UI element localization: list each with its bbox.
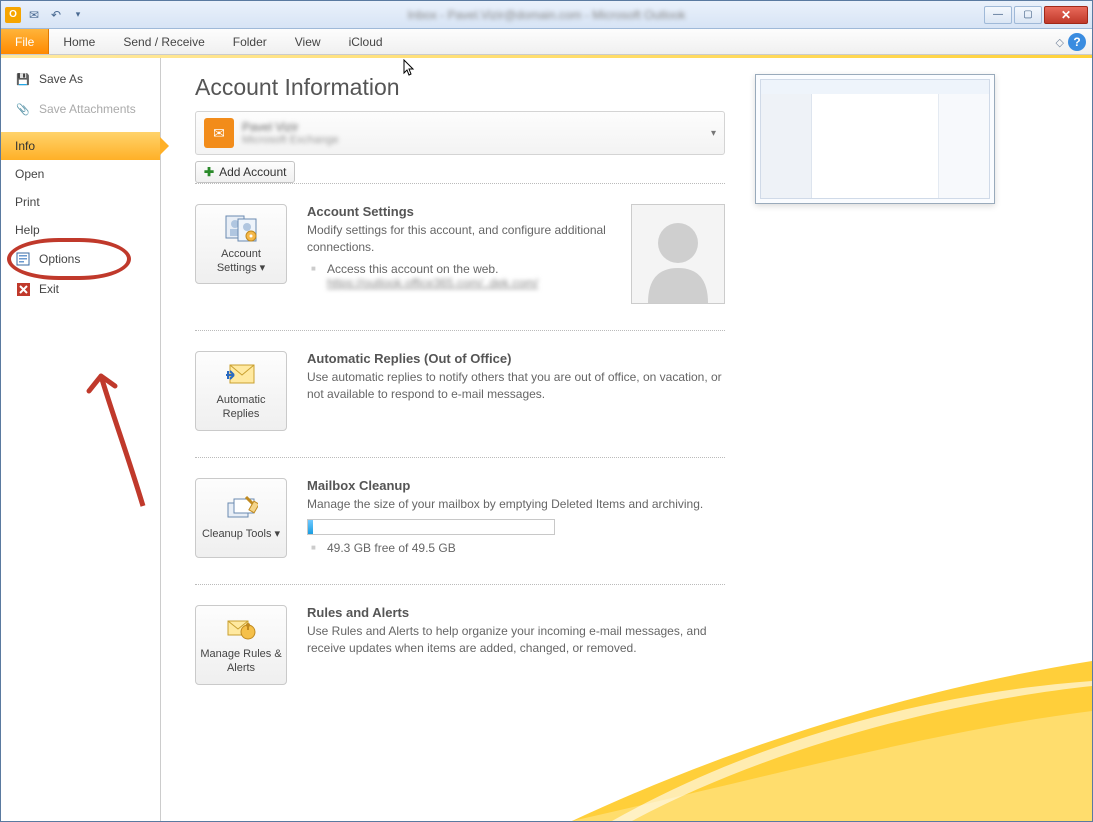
maximize-button[interactable]: ▢ — [1014, 6, 1042, 24]
sidebar-item-label: Info — [15, 139, 35, 153]
section-description: Use Rules and Alerts to help organize yo… — [307, 623, 725, 657]
tab-send-receive[interactable]: Send / Receive — [109, 29, 218, 54]
sidebar-exit[interactable]: Exit — [1, 274, 160, 304]
tab-folder[interactable]: Folder — [219, 29, 281, 54]
section-heading: Account Settings — [307, 204, 611, 219]
qat-send-receive-icon[interactable]: ✉ — [25, 6, 43, 24]
close-button[interactable]: ✕ — [1044, 6, 1088, 24]
backstage-sidebar: 💾 Save As 📎 Save Attachments Info Open P… — [1, 58, 161, 821]
tab-icloud[interactable]: iCloud — [335, 29, 397, 54]
tab-file[interactable]: File — [1, 29, 49, 54]
button-label: Manage Rules & Alerts — [200, 648, 282, 674]
sidebar-info[interactable]: Info — [1, 132, 160, 160]
add-account-label: Add Account — [219, 165, 286, 179]
save-as-icon: 💾 — [15, 71, 31, 87]
help-icon[interactable]: ? — [1068, 33, 1086, 51]
sidebar-item-label: Save Attachments — [39, 102, 136, 116]
section-description: Modify settings for this account, and co… — [307, 222, 611, 256]
page-title: Account Information — [195, 74, 725, 101]
title-bar: O ✉ ↶ ▾ Inbox - Pavel.Vizir@domain.com -… — [1, 1, 1092, 29]
account-selector[interactable]: ✉ Pavel Vizir Microsoft Exchange ▾ — [195, 111, 725, 155]
window-title: Inbox - Pavel.Vizir@domain.com - Microso… — [407, 8, 685, 22]
save-attachments-icon: 📎 — [15, 101, 31, 117]
button-label: Account Settings ▾ — [200, 248, 282, 274]
sidebar-item-label: Open — [15, 167, 44, 181]
tab-view[interactable]: View — [281, 29, 335, 54]
sidebar-item-label: Exit — [39, 282, 59, 296]
sidebar-item-label: Help — [15, 223, 40, 237]
sidebar-save-attachments: 📎 Save Attachments — [1, 94, 160, 124]
section-heading: Automatic Replies (Out of Office) — [307, 351, 725, 366]
qat-customize-icon[interactable]: ▾ — [69, 6, 87, 24]
backstage-main: Account Information ✉ Pavel Vizir Micros… — [161, 58, 1092, 821]
ribbon-minimize-icon[interactable]: ◇ — [1056, 36, 1064, 49]
chevron-down-icon: ▾ — [711, 128, 716, 139]
sidebar-item-label: Options — [39, 252, 80, 266]
button-label: Automatic Replies — [200, 394, 282, 420]
sidebar-print[interactable]: Print — [1, 188, 160, 216]
web-access-link[interactable]: https://outlook.office365.com/..dek.com/ — [327, 276, 538, 290]
sidebar-open[interactable]: Open — [1, 160, 160, 188]
sidebar-help[interactable]: Help — [1, 216, 160, 244]
section-description: Use automatic replies to notify others t… — [307, 369, 725, 403]
plus-icon: ✚ — [204, 165, 214, 179]
sidebar-item-label: Save As — [39, 72, 83, 86]
manage-rules-button[interactable]: Manage Rules & Alerts — [195, 605, 287, 685]
tab-home[interactable]: Home — [49, 29, 109, 54]
web-access-line: Access this account on the web. https://… — [307, 262, 611, 290]
sidebar-save-as[interactable]: 💾 Save As — [1, 64, 160, 94]
mailbox-free-text: 49.3 GB free of 49.5 GB — [307, 541, 725, 555]
options-icon — [15, 251, 31, 267]
account-avatar — [631, 204, 725, 304]
button-label: Cleanup Tools ▾ — [202, 528, 280, 541]
section-heading: Rules and Alerts — [307, 605, 725, 620]
mailbox-preview-thumbnail — [755, 74, 995, 204]
section-description: Manage the size of your mailbox by empty… — [307, 496, 725, 513]
sidebar-options[interactable]: Options — [1, 244, 160, 274]
automatic-replies-button[interactable]: Automatic Replies — [195, 351, 287, 431]
exchange-account-icon: ✉ — [204, 118, 234, 148]
mailbox-usage-bar — [307, 519, 555, 535]
ribbon-tabs: File Home Send / Receive Folder View iCl… — [1, 29, 1092, 55]
account-type: Microsoft Exchange — [242, 134, 703, 146]
account-name: Pavel Vizir — [242, 120, 703, 134]
account-settings-button[interactable]: Account Settings ▾ — [195, 204, 287, 284]
sidebar-item-label: Print — [15, 195, 40, 209]
minimize-button[interactable]: — — [984, 6, 1012, 24]
cleanup-tools-button[interactable]: Cleanup Tools ▾ — [195, 478, 287, 558]
add-account-button[interactable]: ✚ Add Account — [195, 161, 295, 183]
section-heading: Mailbox Cleanup — [307, 478, 725, 493]
outlook-app-icon: O — [5, 7, 21, 23]
exit-icon — [15, 281, 31, 297]
qat-undo-icon[interactable]: ↶ — [47, 6, 65, 24]
